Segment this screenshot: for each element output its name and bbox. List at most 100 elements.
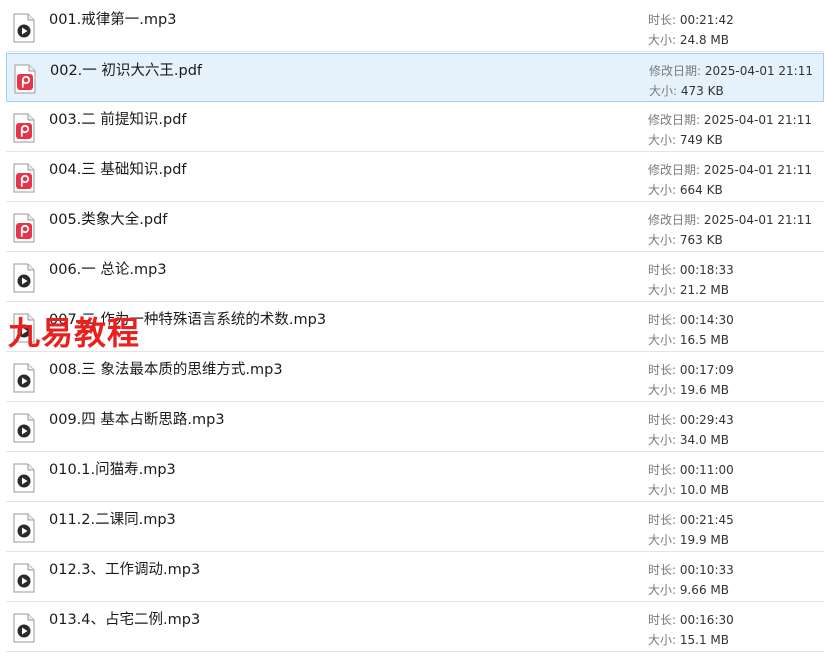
- file-row[interactable]: 012.3、工作调动.mp3 时长: 00:10:33 大小: 9.66 MB: [6, 553, 824, 602]
- meta-key: 修改日期:: [649, 64, 705, 78]
- meta-value: 00:16:30: [679, 613, 734, 627]
- file-meta-line-1: 时长: 00:29:43: [648, 411, 734, 428]
- file-row[interactable]: 010.1.问猫寿.mp3 时长: 00:11:00 大小: 10.0 MB: [6, 453, 824, 502]
- audio-file-icon: [12, 513, 36, 543]
- audio-file-icon: [12, 563, 36, 593]
- meta-key: 时长:: [648, 563, 680, 577]
- file-name: 002.一 初识大六王.pdf: [50, 63, 203, 79]
- file-name: 008.三 象法最本质的思维方式.mp3: [49, 362, 283, 378]
- audio-file-icon: [12, 263, 36, 293]
- file-row[interactable]: 013.4、占宅二例.mp3 时长: 00:16:30 大小: 15.1 MB: [6, 603, 824, 652]
- meta-value: 24.8 MB: [679, 33, 729, 47]
- file-row[interactable]: 009.四 基本占断思路.mp3 时长: 00:29:43 大小: 34.0 MB: [6, 403, 824, 452]
- file-row[interactable]: 003.二 前提知识.pdf 修改日期: 2025-04-01 21:11 大小: …: [6, 103, 824, 152]
- file-meta-line-1: 修改日期: 2025-04-01 21:11: [648, 111, 812, 128]
- meta-key: 大小:: [648, 433, 680, 447]
- file-name: 004.三 基础知识.pdf: [49, 162, 187, 178]
- file-meta-line-1: 时长: 00:11:00: [648, 461, 734, 478]
- meta-value: 00:21:45: [679, 513, 734, 527]
- meta-key: 时长:: [648, 463, 680, 477]
- file-row[interactable]: 001.戒律第一.mp3 时长: 00:21:42 大小: 24.8 MB: [6, 3, 824, 52]
- file-meta-line-2: 大小: 15.1 MB: [648, 631, 729, 648]
- audio-file-icon: [12, 363, 36, 393]
- file-meta-line-1: 时长: 00:14:30: [648, 311, 734, 328]
- watermark: 九易教程: [8, 314, 141, 352]
- meta-value: 2025-04-01 21:11: [704, 64, 813, 78]
- file-meta-line-1: 时长: 00:21:45: [648, 511, 734, 528]
- pdf-file-icon: [13, 64, 37, 94]
- file-meta-line-1: 时长: 00:10:33: [648, 561, 734, 578]
- file-name: 005.类象大全.pdf: [49, 212, 168, 228]
- meta-value: 763 KB: [679, 233, 723, 247]
- meta-value: 16.5 MB: [679, 333, 729, 347]
- meta-value: 15.1 MB: [679, 633, 729, 647]
- file-row[interactable]: 004.三 基础知识.pdf 修改日期: 2025-04-01 21:11 大小: …: [6, 153, 824, 202]
- file-meta-line-2: 大小: 21.2 MB: [648, 281, 729, 298]
- file-meta-line-2: 大小: 9.66 MB: [648, 581, 729, 598]
- file-meta-line-2: 大小: 19.6 MB: [648, 381, 729, 398]
- file-meta-line-1: 修改日期: 2025-04-01 21:11: [649, 62, 813, 79]
- audio-file-icon: [12, 13, 36, 43]
- meta-value: 00:10:33: [679, 563, 734, 577]
- file-meta-line-2: 大小: 749 KB: [648, 131, 723, 148]
- file-row[interactable]: 005.类象大全.pdf 修改日期: 2025-04-01 21:11 大小: 76…: [6, 203, 824, 252]
- meta-key: 大小:: [648, 333, 680, 347]
- file-name: 006.一 总论.mp3: [49, 262, 167, 278]
- file-meta-line-2: 大小: 24.8 MB: [648, 31, 729, 48]
- meta-key: 修改日期:: [648, 113, 704, 127]
- meta-value: 34.0 MB: [679, 433, 729, 447]
- meta-key: 大小:: [648, 233, 680, 247]
- meta-key: 大小:: [648, 33, 680, 47]
- pdf-file-icon: [12, 213, 36, 243]
- meta-value: 00:18:33: [679, 263, 734, 277]
- meta-key: 大小:: [648, 633, 680, 647]
- meta-key: 大小:: [649, 84, 681, 98]
- file-row[interactable]: 002.一 初识大六王.pdf 修改日期: 2025-04-01 21:11 大小:…: [6, 53, 824, 102]
- meta-value: 00:21:42: [679, 13, 734, 27]
- meta-value: 10.0 MB: [679, 483, 729, 497]
- meta-value: 19.6 MB: [679, 383, 729, 397]
- file-name: 010.1.问猫寿.mp3: [49, 462, 176, 478]
- meta-value: 00:29:43: [679, 413, 734, 427]
- file-meta-line-2: 大小: 34.0 MB: [648, 431, 729, 448]
- meta-key: 时长:: [648, 513, 680, 527]
- meta-key: 时长:: [648, 263, 680, 277]
- meta-value: 2025-04-01 21:11: [703, 163, 812, 177]
- meta-key: 时长:: [648, 313, 680, 327]
- audio-file-icon: [12, 613, 36, 643]
- file-meta-line-2: 大小: 763 KB: [648, 231, 723, 248]
- meta-value: 19.9 MB: [679, 533, 729, 547]
- audio-file-icon: [12, 413, 36, 443]
- file-meta-line-2: 大小: 473 KB: [649, 82, 724, 99]
- meta-key: 大小:: [648, 583, 680, 597]
- meta-key: 大小:: [648, 483, 680, 497]
- file-meta-line-2: 大小: 10.0 MB: [648, 481, 729, 498]
- file-meta-line-1: 时长: 00:17:09: [648, 361, 734, 378]
- meta-key: 时长:: [648, 13, 680, 27]
- meta-value: 00:17:09: [679, 363, 734, 377]
- meta-value: 00:14:30: [679, 313, 734, 327]
- file-row[interactable]: 006.一 总论.mp3 时长: 00:18:33 大小: 21.2 MB: [6, 253, 824, 302]
- meta-key: 大小:: [648, 133, 680, 147]
- meta-key: 修改日期:: [648, 213, 704, 227]
- file-meta-line-1: 时长: 00:18:33: [648, 261, 734, 278]
- audio-file-icon: [12, 463, 36, 493]
- meta-key: 大小:: [648, 533, 680, 547]
- file-meta-line-1: 时长: 00:16:30: [648, 611, 734, 628]
- meta-value: 749 KB: [679, 133, 723, 147]
- file-meta-line-1: 修改日期: 2025-04-01 21:11: [648, 211, 812, 228]
- file-meta-line-1: 修改日期: 2025-04-01 21:11: [648, 161, 812, 178]
- meta-key: 时长:: [648, 363, 680, 377]
- meta-value: 9.66 MB: [679, 583, 729, 597]
- file-row[interactable]: 011.2.二课同.mp3 时长: 00:21:45 大小: 19.9 MB: [6, 503, 824, 552]
- pdf-file-icon: [12, 113, 36, 143]
- file-meta-line-2: 大小: 19.9 MB: [648, 531, 729, 548]
- meta-key: 大小:: [648, 383, 680, 397]
- file-row[interactable]: 008.三 象法最本质的思维方式.mp3 时长: 00:17:09 大小: 19.6…: [6, 353, 824, 402]
- meta-value: 2025-04-01 21:11: [703, 213, 812, 227]
- pdf-file-icon: [12, 163, 36, 193]
- meta-value: 21.2 MB: [679, 283, 729, 297]
- meta-value: 00:11:00: [679, 463, 734, 477]
- meta-value: 473 KB: [680, 84, 724, 98]
- meta-key: 大小:: [648, 183, 680, 197]
